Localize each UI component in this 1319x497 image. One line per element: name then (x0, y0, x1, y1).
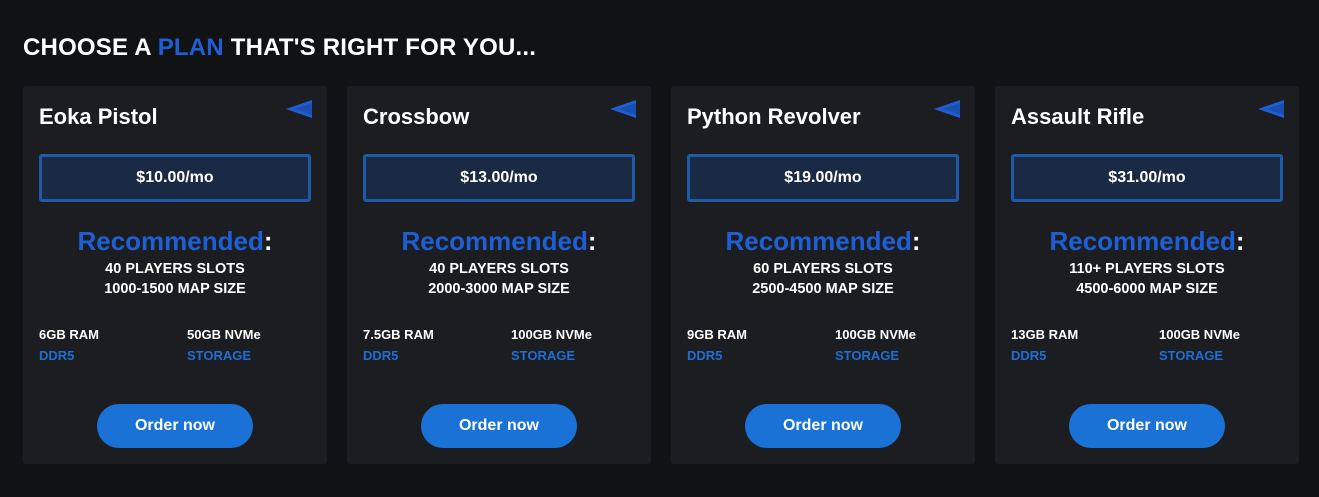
recommended-heading: Recommended: (23, 226, 327, 257)
recommended-colon: : (911, 226, 921, 256)
price-box: $31.00/mo (1011, 154, 1283, 202)
heading-prefix: CHOOSE A (23, 34, 158, 61)
ram-spec: 7.5GB RAM DDR5 (363, 324, 434, 366)
recommended-colon: : (1235, 226, 1245, 256)
order-now-button[interactable]: Order now (97, 404, 253, 448)
recommended-label: Recommended (77, 226, 264, 256)
storage-label: 100GB NVMe (511, 327, 592, 342)
map-size: 1000-1500 MAP SIZE (104, 281, 246, 297)
ram-type: DDR5 (1011, 348, 1047, 363)
map-size: 4500-6000 MAP SIZE (1076, 281, 1218, 297)
recommended-heading: Recommended: (347, 226, 651, 257)
arrow-left-icon (934, 100, 960, 118)
storage-type: STORAGE (511, 348, 576, 363)
arrow-left-icon (1258, 100, 1284, 118)
storage-label: 100GB NVMe (1159, 327, 1240, 342)
heading-suffix: THAT'S RIGHT FOR YOU... (223, 34, 537, 61)
plan-name: Python Revolver (687, 104, 861, 129)
price-box: $19.00/mo (687, 154, 959, 202)
plan-name: Assault Rifle (1011, 104, 1145, 129)
storage-type: STORAGE (835, 348, 900, 363)
price-label: $31.00/mo (1108, 169, 1186, 186)
storage-label: 50GB NVMe (187, 327, 261, 342)
player-slots: 110+ PLAYERS SLOTS (1069, 261, 1225, 277)
price-label: $19.00/mo (784, 169, 862, 186)
price-label: $10.00/mo (136, 169, 214, 186)
ram-spec: 6GB RAM DDR5 (39, 324, 99, 366)
ram-type: DDR5 (687, 348, 723, 363)
recommended-label: Recommended (1049, 226, 1236, 256)
arrow-left-icon (286, 100, 312, 118)
ram-spec: 13GB RAM DDR5 (1011, 324, 1078, 366)
section-heading: CHOOSE A PLAN THAT'S RIGHT FOR YOU... (23, 34, 536, 62)
price-box: $13.00/mo (363, 154, 635, 202)
plan-name: Eoka Pistol (39, 104, 158, 129)
ram-spec: 9GB RAM DDR5 (687, 324, 747, 366)
storage-spec: 100GB NVMe STORAGE (835, 324, 916, 366)
recommended-label: Recommended (725, 226, 912, 256)
recommended-colon: : (587, 226, 597, 256)
plan-name: Crossbow (363, 104, 470, 129)
plan-card: Eoka Pistol $10.00/mo Recommended: 40 PL… (23, 86, 327, 464)
order-now-button[interactable]: Order now (1069, 404, 1225, 448)
recommended-label: Recommended (401, 226, 588, 256)
storage-type: STORAGE (1159, 348, 1224, 363)
ram-label: 7.5GB RAM (363, 327, 434, 342)
ram-type: DDR5 (39, 348, 75, 363)
price-label: $13.00/mo (460, 169, 538, 186)
arrow-left-icon (610, 100, 636, 118)
plan-card: Python Revolver $19.00/mo Recommended: 6… (671, 86, 975, 464)
recommended-colon: : (263, 226, 273, 256)
ram-label: 13GB RAM (1011, 327, 1079, 342)
player-slots: 40 PLAYERS SLOTS (429, 261, 569, 277)
player-slots: 60 PLAYERS SLOTS (753, 261, 893, 277)
ram-type: DDR5 (363, 348, 399, 363)
pricing-section: CHOOSE A PLAN THAT'S RIGHT FOR YOU... Eo… (0, 0, 1319, 497)
map-size: 2000-3000 MAP SIZE (428, 281, 570, 297)
ram-label: 6GB RAM (39, 327, 99, 342)
storage-label: 100GB NVMe (835, 327, 916, 342)
storage-spec: 100GB NVMe STORAGE (1159, 324, 1240, 366)
plan-card: Crossbow $13.00/mo Recommended: 40 PLAYE… (347, 86, 651, 464)
order-now-button[interactable]: Order now (421, 404, 577, 448)
ram-label: 9GB RAM (687, 327, 747, 342)
heading-accent: PLAN (157, 34, 224, 61)
recommended-heading: Recommended: (995, 226, 1299, 257)
storage-spec: 50GB NVMe STORAGE (187, 324, 261, 366)
price-box: $10.00/mo (39, 154, 311, 202)
player-slots: 40 PLAYERS SLOTS (105, 261, 245, 277)
storage-spec: 100GB NVMe STORAGE (511, 324, 592, 366)
plan-cards: Eoka Pistol $10.00/mo Recommended: 40 PL… (23, 86, 1299, 464)
storage-type: STORAGE (187, 348, 252, 363)
plan-card: Assault Rifle $31.00/mo Recommended: 110… (995, 86, 1299, 464)
order-now-button[interactable]: Order now (745, 404, 901, 448)
map-size: 2500-4500 MAP SIZE (752, 281, 894, 297)
recommended-heading: Recommended: (671, 226, 975, 257)
